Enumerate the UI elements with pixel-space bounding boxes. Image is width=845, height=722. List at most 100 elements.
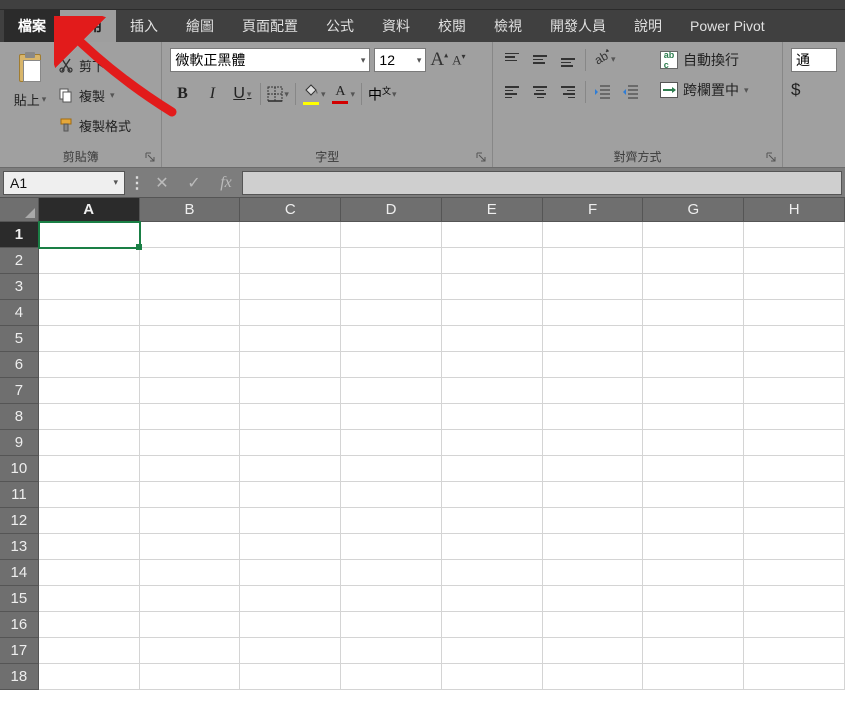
phonetic-guide-button[interactable]: 中文 ▾ <box>368 84 397 105</box>
cell[interactable] <box>543 508 644 534</box>
cell[interactable] <box>140 352 241 378</box>
font-color-button[interactable]: A ▾ <box>331 84 355 104</box>
cell[interactable] <box>140 222 241 248</box>
formula-input[interactable] <box>242 171 842 195</box>
cell[interactable] <box>442 352 543 378</box>
tab-developer[interactable]: 開發人員 <box>536 10 620 42</box>
cell[interactable] <box>240 300 341 326</box>
cell[interactable] <box>140 430 241 456</box>
cell[interactable] <box>341 404 442 430</box>
cell[interactable] <box>140 586 241 612</box>
wrap-text-button[interactable]: abc 自動換行 <box>656 48 753 72</box>
column-header[interactable]: C <box>240 198 341 222</box>
cell[interactable] <box>240 248 341 274</box>
tab-draw[interactable]: 繪圖 <box>172 10 228 42</box>
cell[interactable] <box>543 456 644 482</box>
name-box[interactable]: A1 ▾ <box>3 171 125 195</box>
cell[interactable] <box>744 508 845 534</box>
merge-center-button[interactable]: 跨欄置中 ▾ <box>656 78 753 102</box>
row-header[interactable]: 1 <box>0 222 39 248</box>
column-header[interactable]: H <box>744 198 845 222</box>
cell[interactable] <box>341 300 442 326</box>
cell[interactable] <box>442 326 543 352</box>
cell[interactable] <box>543 326 644 352</box>
cell[interactable] <box>140 508 241 534</box>
column-header[interactable]: F <box>543 198 644 222</box>
tab-data[interactable]: 資料 <box>368 10 424 42</box>
cell[interactable] <box>442 430 543 456</box>
cell[interactable] <box>39 222 140 248</box>
cell[interactable] <box>39 560 140 586</box>
row-header[interactable]: 14 <box>0 560 39 586</box>
cell[interactable] <box>240 326 341 352</box>
cell[interactable] <box>39 534 140 560</box>
font-size-combo[interactable]: 12 ▾ <box>374 48 426 72</box>
cell[interactable] <box>543 664 644 690</box>
cell[interactable] <box>140 274 241 300</box>
cell[interactable] <box>240 430 341 456</box>
cell[interactable] <box>543 534 644 560</box>
decrease-font-size-button[interactable]: A▾ <box>452 52 465 68</box>
cell[interactable] <box>341 274 442 300</box>
cell[interactable] <box>140 664 241 690</box>
cell[interactable] <box>140 560 241 586</box>
cell[interactable] <box>442 404 543 430</box>
column-header[interactable]: D <box>341 198 442 222</box>
cell[interactable] <box>744 560 845 586</box>
cell[interactable] <box>240 586 341 612</box>
cell[interactable] <box>744 404 845 430</box>
cell[interactable] <box>39 612 140 638</box>
cell[interactable] <box>39 430 140 456</box>
cell[interactable] <box>744 482 845 508</box>
cell[interactable] <box>643 352 744 378</box>
cell[interactable] <box>744 638 845 664</box>
cell[interactable] <box>744 300 845 326</box>
fill-color-button[interactable]: ▾ <box>302 83 326 105</box>
cell[interactable] <box>341 586 442 612</box>
cell[interactable] <box>240 378 341 404</box>
cell[interactable] <box>442 612 543 638</box>
cell[interactable] <box>341 456 442 482</box>
dialog-launcher-icon[interactable] <box>143 150 157 164</box>
cell[interactable] <box>39 274 140 300</box>
number-format-combo[interactable]: 通 <box>791 48 837 72</box>
tab-help[interactable]: 說明 <box>620 10 676 42</box>
column-header[interactable]: B <box>140 198 241 222</box>
row-header[interactable]: 5 <box>0 326 39 352</box>
row-header[interactable]: 8 <box>0 404 39 430</box>
align-top-button[interactable] <box>501 50 523 70</box>
cell[interactable] <box>341 638 442 664</box>
cell[interactable] <box>744 586 845 612</box>
font-name-combo[interactable]: 微軟正黑體 ▾ <box>170 48 370 72</box>
cell[interactable] <box>240 612 341 638</box>
cell[interactable] <box>643 456 744 482</box>
row-header[interactable]: 11 <box>0 482 39 508</box>
tab-powerpivot[interactable]: Power Pivot <box>676 12 779 40</box>
cell[interactable] <box>240 534 341 560</box>
cell[interactable] <box>643 404 744 430</box>
dialog-launcher-icon[interactable] <box>764 150 778 164</box>
cell[interactable] <box>341 560 442 586</box>
cell[interactable] <box>442 222 543 248</box>
accounting-format-button[interactable]: $ <box>791 80 800 100</box>
cell[interactable] <box>643 638 744 664</box>
cell[interactable] <box>442 482 543 508</box>
align-right-button[interactable] <box>557 82 579 102</box>
cell[interactable] <box>39 404 140 430</box>
cell[interactable] <box>643 534 744 560</box>
cell[interactable] <box>543 378 644 404</box>
tab-formulas[interactable]: 公式 <box>312 10 368 42</box>
row-header[interactable]: 6 <box>0 352 39 378</box>
cell[interactable] <box>643 482 744 508</box>
cell[interactable] <box>744 534 845 560</box>
cell[interactable] <box>240 404 341 430</box>
row-header[interactable]: 7 <box>0 378 39 404</box>
paste-button[interactable]: 貼上 ▾ <box>8 48 52 109</box>
cell[interactable] <box>240 274 341 300</box>
cell[interactable] <box>442 534 543 560</box>
cell[interactable] <box>240 352 341 378</box>
cell[interactable] <box>744 430 845 456</box>
cell[interactable] <box>442 300 543 326</box>
cell[interactable] <box>744 352 845 378</box>
cell[interactable] <box>39 378 140 404</box>
